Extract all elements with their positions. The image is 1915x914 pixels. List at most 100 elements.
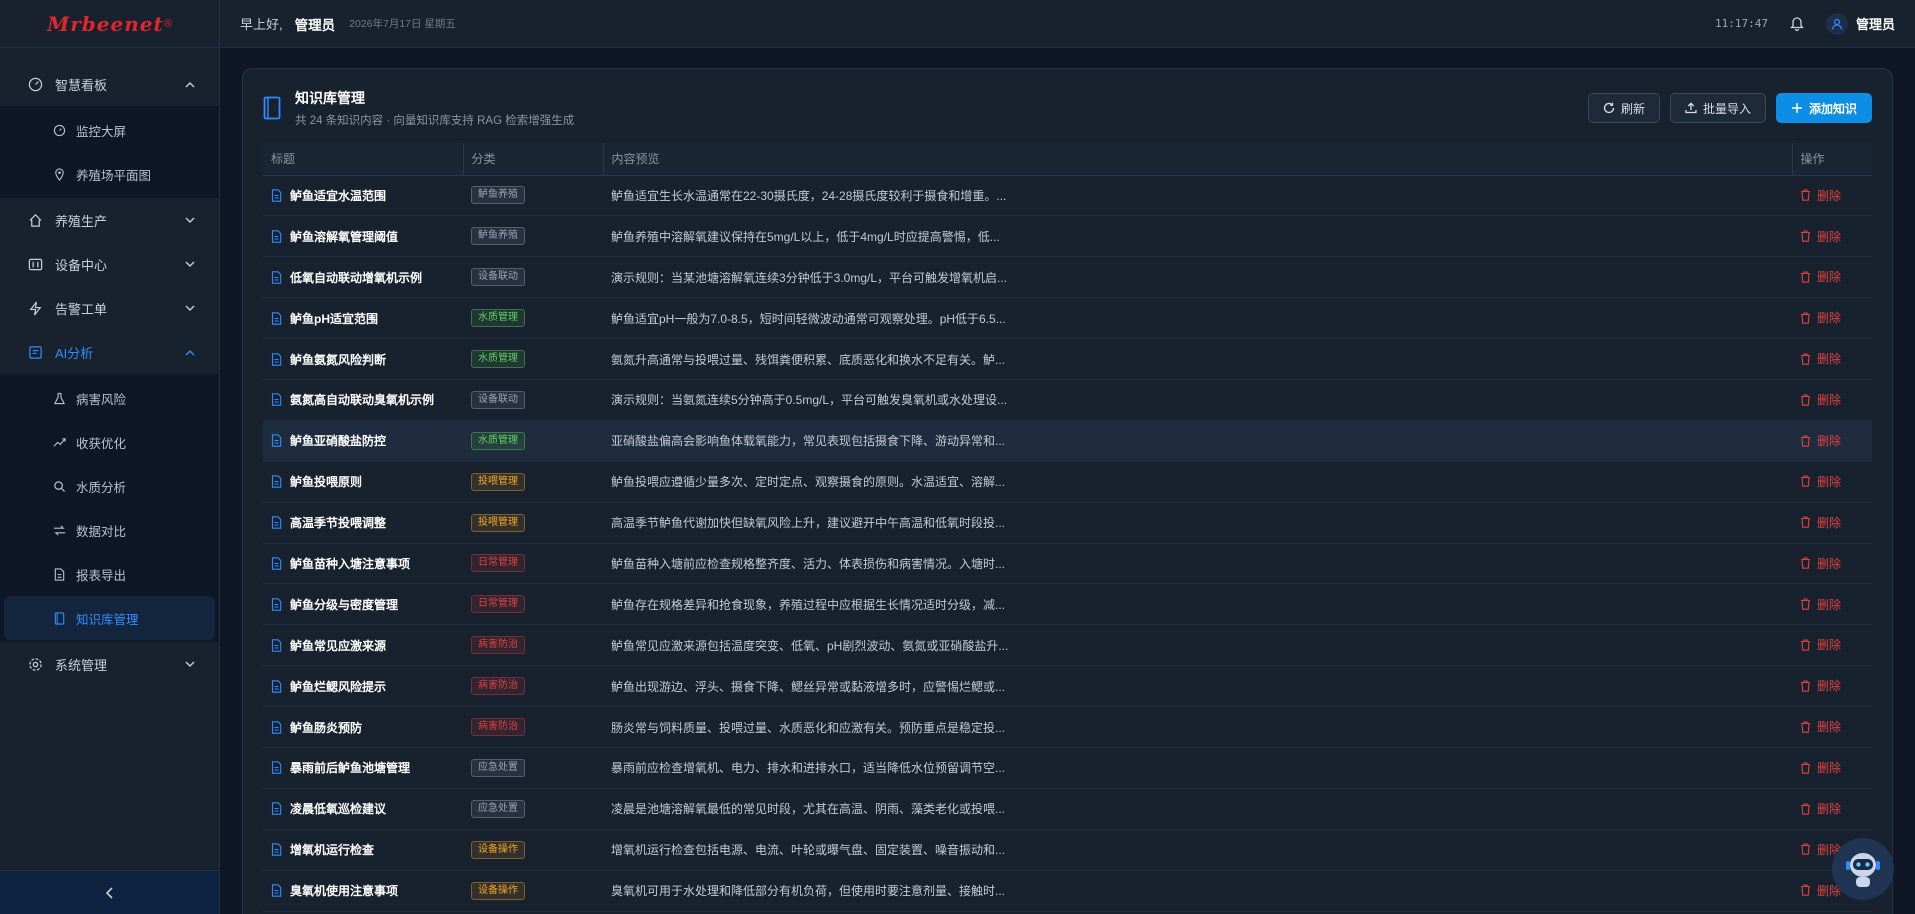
delete-label: 删除 xyxy=(1817,393,1842,408)
table-row[interactable]: 鲈鱼pH适宜范围 水质管理 鲈鱼适宜pH一般为7.0-8.5，短时间轻微波动通常可观… xyxy=(263,297,1872,340)
cell-actions: 删除 xyxy=(1792,175,1872,217)
trash-icon xyxy=(1800,516,1811,529)
row-preview: 鲈鱼存在规格差异和抢食现象，养殖过程中应根据生长情况适时分级，减... xyxy=(611,597,1006,612)
main-area: 早上好, 管理员 2026年7月17日 星期五 11:17:47 管理员 知识库… xyxy=(220,0,1915,914)
delete-button[interactable]: 删除 xyxy=(1800,636,1841,653)
delete-button[interactable]: 删除 xyxy=(1800,228,1841,245)
sidebar-group-1[interactable]: 养殖生产 xyxy=(0,198,219,242)
table-row[interactable]: 氨氮高自动联动臭氧机示例 设备联动 演示规则：当氨氮连续5分钟高于0.5mg/L，平… xyxy=(263,379,1872,421)
table-row[interactable]: 鲈鱼常见应激来源 病害防治 鲈鱼常见应激来源包括温度突变、低氧、pH剧烈波动、氨氮或… xyxy=(263,624,1872,667)
sidebar-item-4-5[interactable]: 知识库管理 xyxy=(4,596,215,640)
cell-category: 日常管理 xyxy=(463,543,603,585)
ai-assistant-button[interactable] xyxy=(1832,838,1894,900)
sidebar-item-label: 病害风险 xyxy=(76,392,127,407)
gauge-icon xyxy=(27,76,43,92)
document-icon xyxy=(271,557,282,570)
sidebar-item-4-0[interactable]: 病害风险 xyxy=(0,376,219,420)
delete-button[interactable]: 删除 xyxy=(1800,596,1841,613)
table-row[interactable]: 鲈鱼苗种入塘注意事项 日常管理 鲈鱼苗种入塘前应检查规格整齐度、活力、体表损伤和病害… xyxy=(263,543,1872,585)
document-icon xyxy=(271,843,282,856)
delete-button[interactable]: 删除 xyxy=(1800,268,1841,285)
table-row[interactable]: 鲈鱼分级与密度管理 日常管理 鲈鱼存在规格差异和抢食现象，养殖过程中应根据生长情况适… xyxy=(263,583,1872,626)
row-title: 氨氮高自动联动臭氧机示例 xyxy=(290,393,435,408)
table-row[interactable]: 鲈鱼亚硝酸盐防控 水质管理 亚硝酸盐偏高会影响鱼体载氧能力，常见表现包括摄食下降、游… xyxy=(263,420,1872,462)
table-row[interactable]: 鲈鱼适宜水温范围 鲈鱼养殖 鲈鱼适宜生长水温通常在22-30摄氏度，24-28摄氏度… xyxy=(263,175,1872,217)
table-row[interactable]: 鲈鱼烂鳃风险提示 病害防治 鲈鱼出现游边、浮头、摄食下降、鳃丝异常或黏液增多时，应警… xyxy=(263,665,1872,708)
sidebar-group-0[interactable]: 智慧看板 xyxy=(0,62,219,106)
cell-category: 设备操作 xyxy=(463,870,603,912)
sidebar-group-5[interactable]: 系统管理 xyxy=(0,642,219,686)
delete-button[interactable]: 删除 xyxy=(1800,391,1841,408)
column-header-actions: 操作 xyxy=(1791,143,1872,176)
account-name[interactable]: 管理员 xyxy=(1856,14,1895,33)
row-title: 凌晨低氧巡检建议 xyxy=(290,802,387,817)
delete-button[interactable]: 删除 xyxy=(1800,350,1841,367)
table-row[interactable]: 低氧自动联动增氧机示例 设备联动 演示规则：当某池塘溶解氧连续3分钟低于3.0mg/… xyxy=(263,256,1872,299)
sidebar-collapse-button[interactable] xyxy=(0,870,219,914)
sidebar-item-0-0[interactable]: 监控大屏 xyxy=(0,108,219,152)
table-row[interactable]: 凌晨低氧巡检建议 应急处置 凌晨是池塘溶解氧最低的常见时段，尤其在高温、阴雨、藻类老… xyxy=(263,788,1872,830)
sidebar-item-4-3[interactable]: 数据对比 xyxy=(0,508,219,552)
category-tag: 设备联动 xyxy=(471,390,525,409)
cell-actions: 删除 xyxy=(1792,665,1872,708)
sidebar-group-2[interactable]: 设备中心 xyxy=(0,242,219,286)
cell-category: 鲈鱼养殖 xyxy=(463,175,603,217)
cell-title: 高温季节投喂调整 xyxy=(263,502,463,544)
cell-preview: 氨氮升高通常与投喂过量、残饵粪便积累、底质恶化和换水不足有关。鲈... xyxy=(603,338,1792,380)
refresh-button[interactable]: 刷新 xyxy=(1587,93,1660,123)
table-row[interactable]: 鲈鱼溶解氧管理阈值 鲈鱼养殖 鲈鱼养殖中溶解氧建议保持在5mg/L以上，低于4mg/… xyxy=(263,215,1872,258)
cell-actions: 删除 xyxy=(1792,297,1872,340)
cell-preview: 增氧机运行检查包括电源、电流、叶轮或曝气盘、固定装置、噪音振动和... xyxy=(603,829,1792,871)
sidebar-submenu-4: 病害风险收获优化 水质分析 数据对比 报表导出知识库管理 xyxy=(0,374,219,642)
document-icon xyxy=(271,802,282,816)
delete-button[interactable]: 删除 xyxy=(1800,718,1841,735)
add-knowledge-button[interactable]: 添加知识 xyxy=(1775,93,1872,123)
delete-button[interactable]: 删除 xyxy=(1800,555,1841,572)
batch-import-button[interactable]: 批量导入 xyxy=(1669,93,1766,123)
delete-button[interactable]: 删除 xyxy=(1800,187,1841,204)
cell-title: 鲈鱼苗种入塘注意事项 xyxy=(263,543,463,585)
row-preview: 演示规则：当某池塘溶解氧连续3分钟低于3.0mg/L，平台可触发增氧机启... xyxy=(611,270,1008,285)
cell-category: 设备联动 xyxy=(463,256,603,299)
chevron-up-icon xyxy=(185,81,195,88)
document-icon xyxy=(271,230,282,243)
delete-button[interactable]: 删除 xyxy=(1800,759,1841,776)
home-icon xyxy=(27,212,43,228)
delete-button[interactable]: 删除 xyxy=(1800,677,1841,694)
upload-icon xyxy=(1685,102,1697,114)
delete-button[interactable]: 删除 xyxy=(1800,432,1841,449)
brand-logo[interactable]: Mrbeenet ® xyxy=(0,0,219,48)
delete-button[interactable]: 删除 xyxy=(1800,514,1841,531)
sidebar-item-4-2[interactable]: 水质分析 xyxy=(0,464,219,508)
delete-button[interactable]: 删除 xyxy=(1800,309,1841,326)
row-preview: 凌晨是池塘溶解氧最低的常见时段，尤其在高温、阴雨、藻类老化或投喂... xyxy=(611,802,1006,817)
cell-preview: 鲈鱼适宜生长水温通常在22-30摄氏度，24-28摄氏度较利于摄食和增重。... xyxy=(603,175,1792,217)
table-row[interactable]: 鲈鱼投喂原则 投喂管理 鲈鱼投喂应遵循少量多次、定时定点、观察摄食的原则。水温适宜、… xyxy=(263,461,1872,503)
delete-button[interactable]: 删除 xyxy=(1800,473,1841,490)
trash-icon xyxy=(1800,557,1811,569)
bell-icon[interactable] xyxy=(1789,16,1804,31)
table-row[interactable]: 高温季节投喂调整 投喂管理 高温季节鲈鱼代谢加快但缺氧风险上升，建议避开中午高温和低… xyxy=(263,502,1872,544)
sidebar-group-4[interactable]: AI分析 xyxy=(0,330,219,374)
sidebar-item-4-1[interactable]: 收获优化 xyxy=(0,420,219,464)
chevron-down-icon xyxy=(185,661,195,668)
table-row[interactable]: 鲈鱼氨氮风险判断 水质管理 氨氮升高通常与投喂过量、残饵粪便积累、底质恶化和换水不足… xyxy=(263,338,1872,380)
cell-actions: 删除 xyxy=(1792,420,1872,462)
sidebar-group-3[interactable]: 告警工单 xyxy=(0,286,219,330)
sidebar-item-label: 知识库管理 xyxy=(76,612,139,627)
table-row[interactable]: 臭氧机使用注意事项 设备操作 臭氧机可用于水处理和降低部分有机负荷，但使用时要注意剂… xyxy=(263,870,1872,912)
delete-button[interactable]: 删除 xyxy=(1800,800,1841,817)
row-preview: 高温季节鲈鱼代谢加快但缺氧风险上升，建议避开中午高温和低氧时段投... xyxy=(611,516,1006,531)
table-row[interactable]: 暴雨前后鲈鱼池塘管理 应急处置 暴雨前应检查增氧机、电力、排水和进排水口，适当降低水… xyxy=(263,747,1872,789)
avatar[interactable] xyxy=(1825,12,1848,35)
sidebar-item-4-4[interactable]: 报表导出 xyxy=(0,552,219,596)
delete-label: 删除 xyxy=(1817,434,1842,449)
row-preview: 亚硝酸盐偏高会影响鱼体载氧能力，常见表现包括摄食下降、游动异常和... xyxy=(611,434,1006,449)
robot-icon xyxy=(1846,853,1880,887)
sidebar-item-0-1[interactable]: 养殖场平面图 xyxy=(0,152,219,196)
cell-preview: 凌晨是池塘溶解氧最低的常见时段，尤其在高温、阴雨、藻类老化或投喂... xyxy=(603,788,1792,830)
delete-button[interactable]: 删除 xyxy=(1800,882,1841,899)
table-row[interactable]: 鲈鱼肠炎预防 病害防治 肠炎常与饲料质量、投喂过量、水质恶化和应激有关。预防重点是稳… xyxy=(263,706,1872,748)
sidebar-group-label: 智慧看板 xyxy=(55,77,108,93)
table-row[interactable]: 增氧机运行检查 设备操作 增氧机运行检查包括电源、电流、叶轮或曝气盘、固定装置、噪音… xyxy=(263,829,1872,871)
